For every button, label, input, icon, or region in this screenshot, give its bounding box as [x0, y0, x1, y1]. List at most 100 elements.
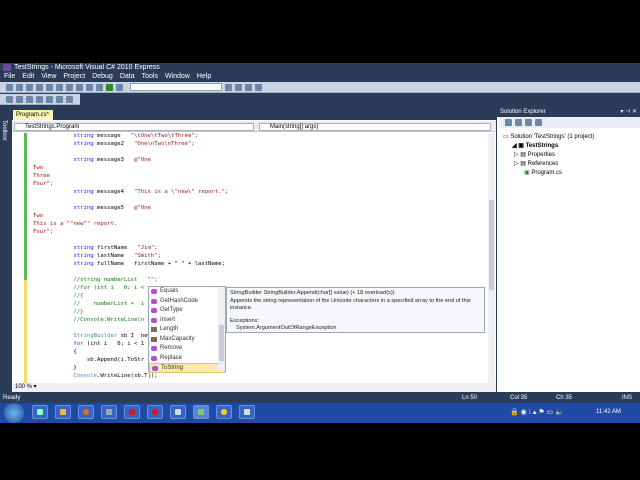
taskbar-firefox[interactable]	[78, 405, 94, 419]
find-in-files-icon[interactable]	[116, 83, 123, 91]
cut-icon[interactable]	[56, 83, 63, 91]
menu-file[interactable]: File	[4, 72, 15, 82]
status-col: Col 35	[510, 395, 528, 401]
completion-item[interactable]: Remove	[149, 344, 225, 354]
indent-icon[interactable]	[56, 95, 63, 103]
taskbar-visual-studio[interactable]	[193, 405, 209, 419]
menu-debug[interactable]: Debug	[92, 72, 113, 82]
code-token: Two	[33, 165, 44, 171]
code-line: Console.WriteLine(sb.T|);	[33, 372, 228, 380]
close-icon[interactable]: ▾ ⊣ ✕	[620, 107, 637, 117]
code-token: string	[33, 189, 97, 195]
tree-project[interactable]: ◢ ▣ TestStrings	[512, 142, 558, 150]
menu-view[interactable]: View	[41, 72, 56, 82]
comment-icon[interactable]	[46, 95, 53, 103]
code-line: string message4 "This is a \"new\" repor…	[33, 188, 228, 196]
method-icon	[151, 355, 157, 361]
taskbar-filezilla[interactable]	[124, 405, 140, 419]
tooltip-exception: System.ArgumentOutOfRangeException	[236, 325, 337, 331]
undo-icon[interactable]	[86, 83, 93, 91]
completion-item[interactable]: Replace	[149, 354, 225, 364]
member-list-icon[interactable]	[6, 95, 13, 103]
show-all-files-icon[interactable]	[515, 119, 522, 126]
code-line: string message5 @"One	[33, 204, 228, 212]
start-button[interactable]	[4, 403, 24, 423]
code-line: Three	[33, 172, 228, 180]
view-class-diagram-icon[interactable]	[535, 119, 542, 126]
add-item-icon[interactable]	[16, 83, 23, 91]
scrollbar-thumb[interactable]	[489, 200, 494, 290]
code-line: string firstName "Jim";	[33, 244, 228, 252]
new-project-icon[interactable]	[6, 83, 13, 91]
tree-references[interactable]: ▷ ▤ References	[514, 160, 558, 168]
find-icon[interactable]	[225, 83, 232, 91]
menu-project[interactable]: Project	[63, 72, 85, 82]
completion-item[interactable]: GetType	[149, 306, 225, 316]
code-token: //for (int i 0; i <	[33, 285, 145, 291]
completion-label: GetType	[160, 307, 183, 313]
taskbar-app[interactable]	[101, 405, 117, 419]
method-icon	[151, 289, 157, 294]
properties-icon[interactable]	[505, 119, 512, 126]
zoom-dropdown[interactable]: 100 %	[15, 384, 32, 390]
taskbar-chrome[interactable]	[216, 405, 232, 419]
system-tray-icons[interactable]: 🔒 ◉ ⁝ ▴ ⚑ ▭ 🔈	[510, 408, 564, 416]
tooltip-description: Appends the string representation of the…	[230, 297, 471, 312]
object-browser-icon[interactable]	[245, 83, 252, 91]
refresh-icon[interactable]	[525, 119, 532, 126]
word-complete-icon[interactable]	[36, 95, 43, 103]
toolbox-tab[interactable]: Toolbox	[1, 120, 7, 141]
taskbar-download[interactable]	[239, 405, 255, 419]
code-token: Four";	[33, 229, 54, 235]
intellisense-list[interactable]: Equals GetHashCode GetType Insert Length MaxC…	[148, 286, 226, 373]
paste-icon[interactable]	[76, 83, 83, 91]
menu-window[interactable]: Window	[165, 72, 190, 82]
open-icon[interactable]	[26, 83, 33, 91]
outdent-icon[interactable]	[66, 95, 73, 103]
clock[interactable]: 11:42 AM	[596, 405, 621, 419]
code-token: string	[33, 157, 97, 163]
find-combo[interactable]	[130, 83, 222, 91]
tree-program-cs[interactable]: ▣ Program.cs	[524, 169, 562, 177]
completion-item[interactable]: ToString	[149, 363, 225, 373]
taskbar-explorer[interactable]	[32, 405, 48, 419]
completion-item[interactable]: Insert	[149, 316, 225, 326]
completion-item[interactable]: Equals	[149, 287, 225, 297]
taskbar-search[interactable]	[170, 405, 186, 419]
code-token: @"One	[134, 205, 151, 211]
properties-icon[interactable]	[235, 83, 242, 91]
code-token: string	[33, 253, 97, 259]
completion-label: Equals	[160, 288, 179, 294]
member-dropdown[interactable]: Main(string[] args)	[259, 123, 491, 131]
completion-item[interactable]: MaxCapacity	[149, 335, 225, 345]
copy-icon[interactable]	[66, 83, 73, 91]
code-token: string	[33, 261, 97, 267]
intellisense-scroll-thumb[interactable]	[219, 325, 224, 361]
menu-tools[interactable]: Tools	[142, 72, 158, 82]
code-line: This is a ""new"" report.	[33, 220, 228, 228]
method-icon	[151, 308, 157, 313]
code-token: "\tOne\tTwo\tThree";	[130, 133, 199, 139]
quick-info-icon[interactable]	[26, 95, 33, 103]
tab-program-cs[interactable]: Program.cs* ✕	[13, 110, 53, 128]
save-all-icon[interactable]	[46, 83, 53, 91]
text-editor-toolbar	[0, 94, 80, 105]
completion-label: Insert	[160, 316, 176, 323]
menu-edit[interactable]: Edit	[22, 72, 34, 82]
completion-item[interactable]: GetHashCode	[149, 297, 225, 307]
start-debug-icon[interactable]	[106, 83, 113, 91]
save-icon[interactable]	[36, 83, 43, 91]
tree-properties[interactable]: ▷ ▤ Properties	[514, 151, 555, 159]
menu-data[interactable]: Data	[120, 72, 135, 82]
menu-help[interactable]: Help	[197, 72, 211, 82]
taskbar-record[interactable]	[147, 405, 163, 419]
parameter-info-icon[interactable]	[16, 95, 23, 103]
taskbar-media[interactable]	[55, 405, 71, 419]
redo-icon[interactable]	[96, 83, 103, 91]
toolbox-icon[interactable]	[255, 83, 262, 91]
completion-item[interactable]: Length	[149, 325, 225, 335]
code-token: .WriteLine(sb.T|);	[97, 373, 158, 379]
tree-solution[interactable]: ▭ Solution 'TestStrings' (1 project)	[503, 133, 594, 141]
class-dropdown[interactable]: TestStrings.Program	[14, 123, 254, 131]
